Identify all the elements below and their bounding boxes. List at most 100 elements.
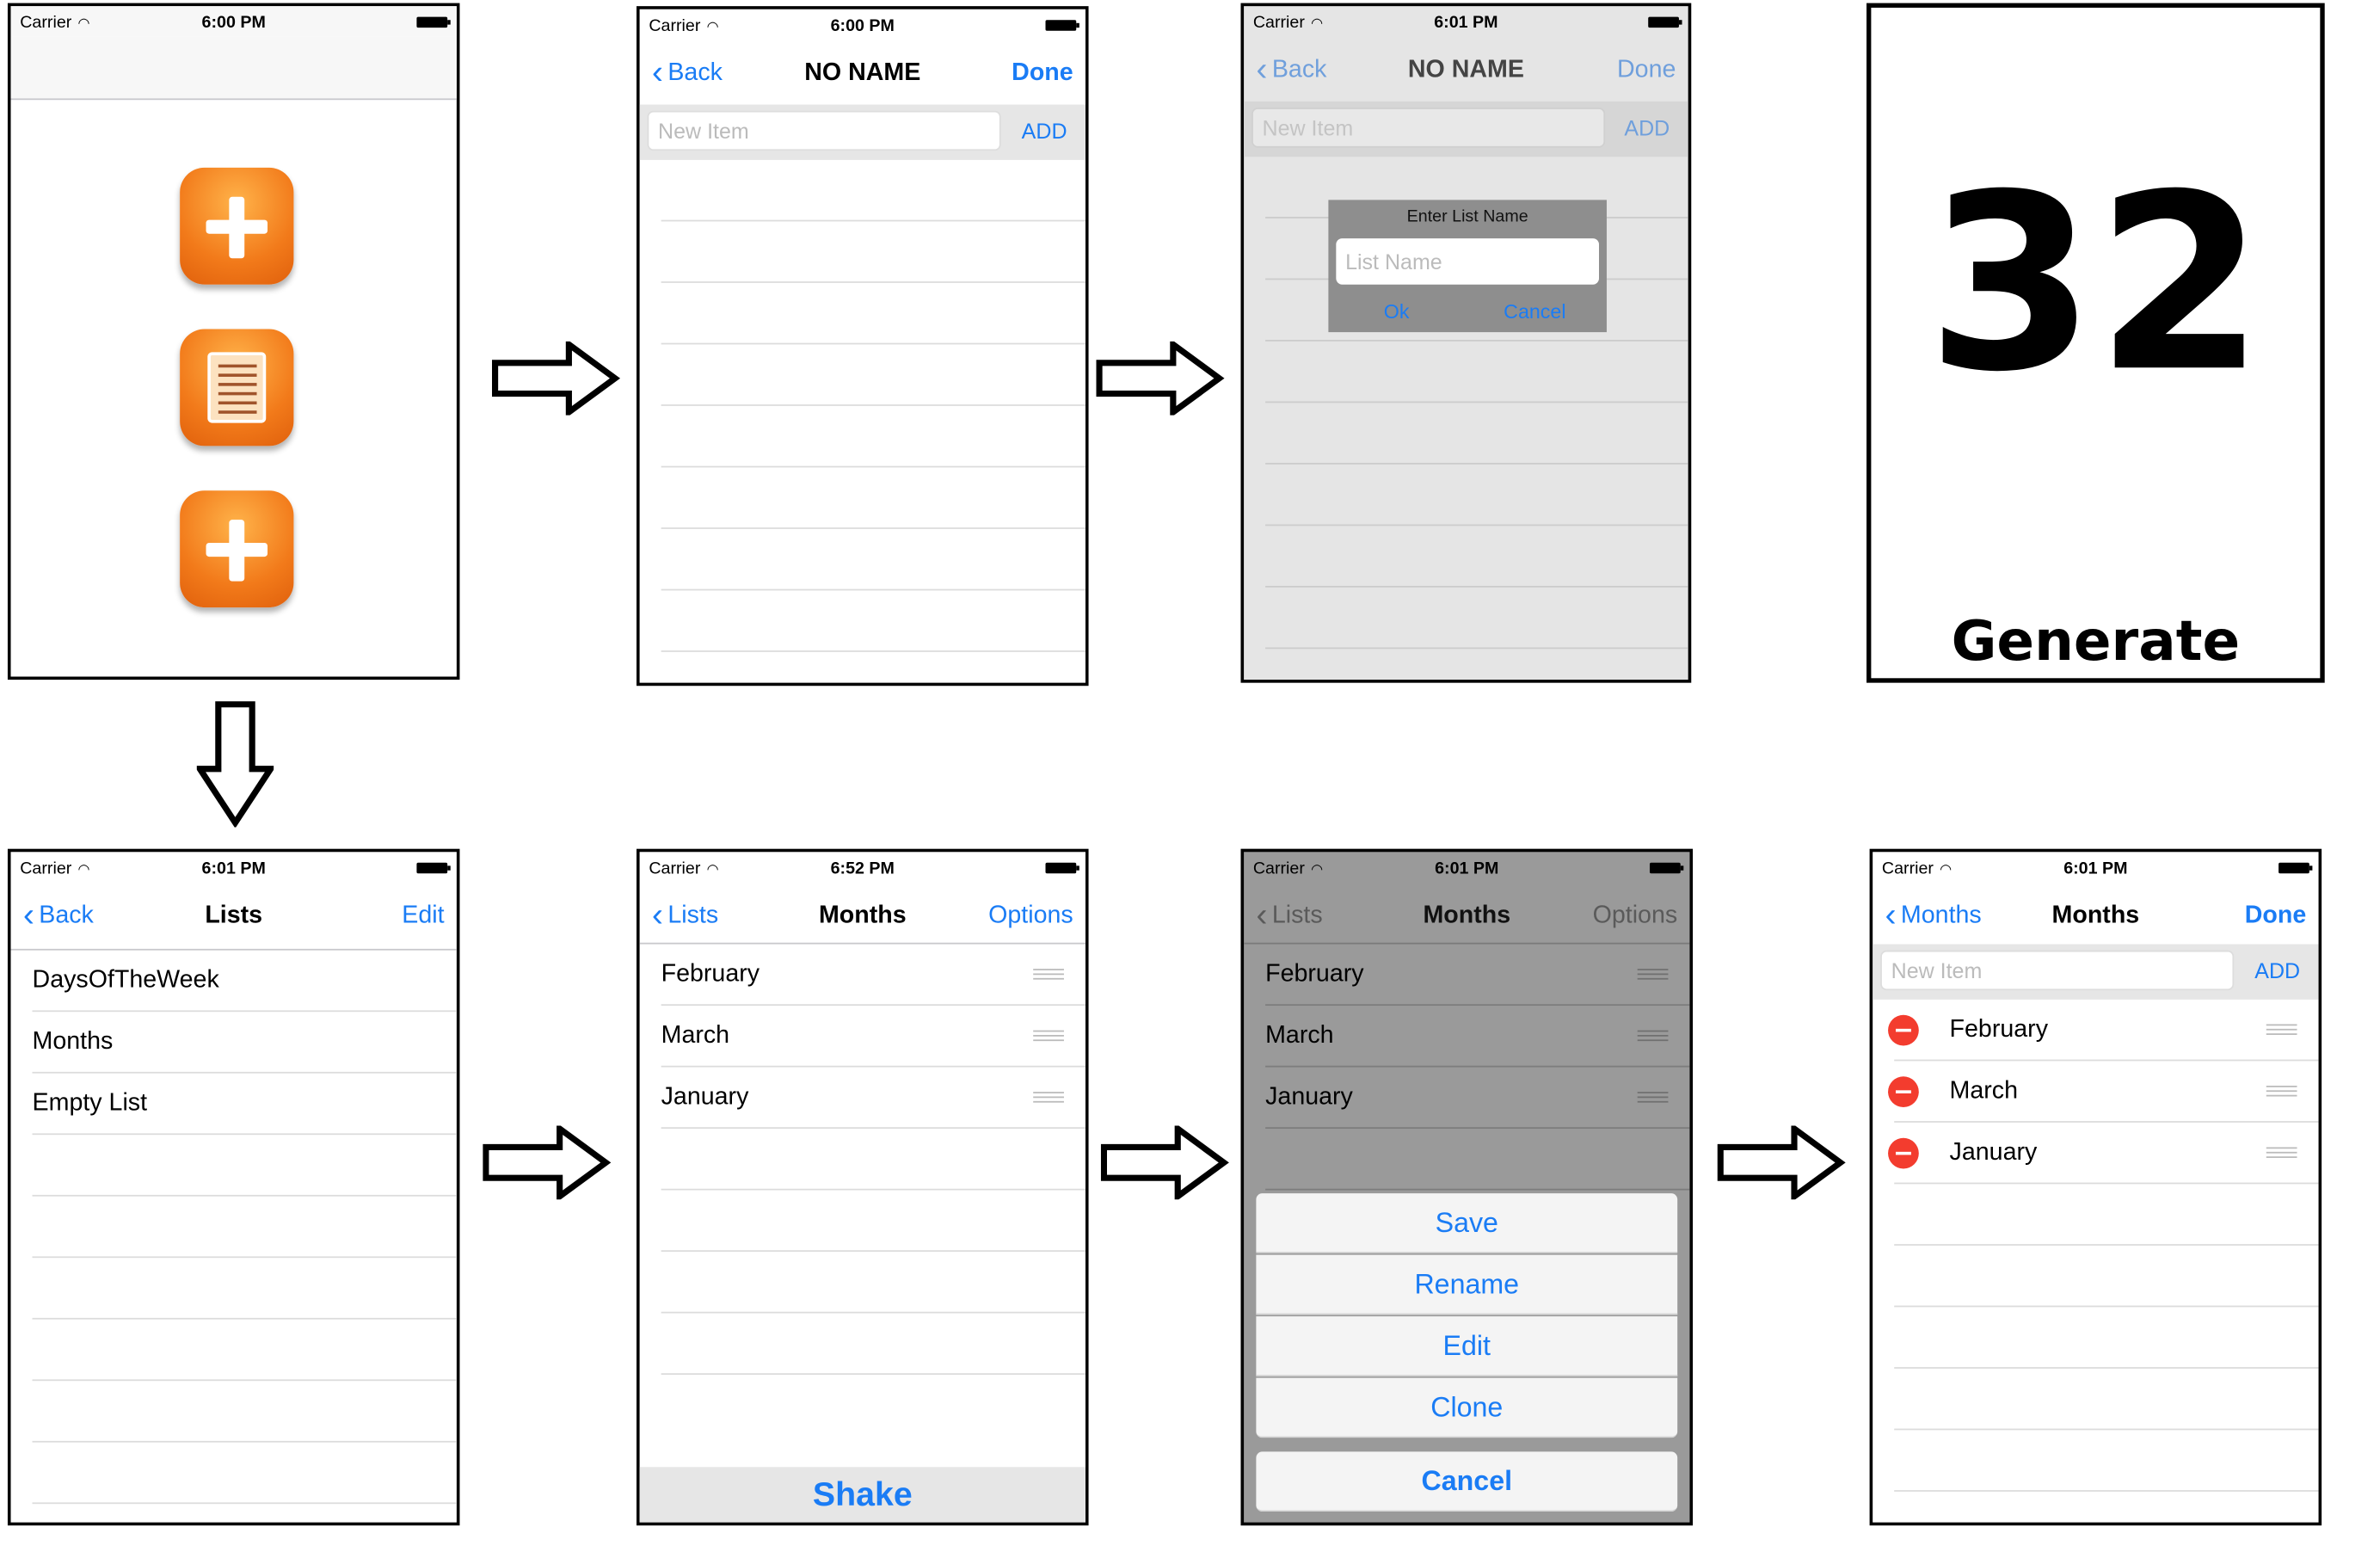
- new-item-input[interactable]: New Item: [647, 110, 1001, 151]
- add-list-icon[interactable]: [180, 167, 294, 285]
- done-button[interactable]: Done: [1617, 57, 1676, 84]
- done-button[interactable]: Done: [1012, 60, 1073, 88]
- battery-icon: [416, 862, 451, 874]
- arrow-down-icon: [196, 701, 274, 828]
- rename-button[interactable]: Rename: [1256, 1254, 1678, 1315]
- navbar: ‹ Back NO NAME Done: [1244, 37, 1688, 105]
- cancel-button[interactable]: Cancel: [1256, 1451, 1678, 1512]
- enter-name-alert: Enter List Name List Name Ok Cancel: [1328, 200, 1607, 333]
- new-item-input[interactable]: New Item: [1251, 108, 1606, 148]
- list-item[interactable]: January: [661, 1068, 1085, 1130]
- add-button[interactable]: ADD: [1022, 119, 1067, 144]
- status-time: 6:01 PM: [1434, 14, 1498, 33]
- arrow-right-icon: [1096, 341, 1225, 416]
- status-bar: Carrier ◠ 6:01 PM: [11, 852, 457, 883]
- new-item-input[interactable]: New Item: [1880, 950, 2235, 991]
- delete-icon[interactable]: [1888, 1137, 1919, 1169]
- reorder-icon[interactable]: [1033, 1092, 1064, 1105]
- home-screen: Carrier ◠ 6:00 PM: [7, 3, 460, 680]
- months-table: February March January: [661, 945, 1085, 1376]
- list-item[interactable]: February: [661, 945, 1085, 1007]
- plus-icon-v: [229, 196, 245, 259]
- arrow-right-icon: [492, 341, 621, 416]
- list-item[interactable]: Months: [32, 1012, 457, 1074]
- lists-table: DaysOfTheWeek Months Empty List: [32, 951, 457, 1505]
- list-item-label: March: [1949, 1078, 2019, 1105]
- generate-icon[interactable]: [180, 490, 294, 608]
- alert-title: Enter List Name: [1406, 207, 1528, 226]
- cancel-button[interactable]: Cancel: [1504, 300, 1565, 323]
- battery-icon: [1045, 862, 1079, 874]
- status-time: 6:01 PM: [201, 859, 266, 878]
- shake-bar[interactable]: Shake: [639, 1467, 1085, 1523]
- add-button[interactable]: ADD: [1624, 115, 1670, 140]
- list-item-label: DaysOfTheWeek: [32, 967, 219, 994]
- status-bar: Carrier ◠ 6:00 PM: [10, 6, 457, 37]
- reorder-icon[interactable]: [1637, 969, 1669, 982]
- delete-icon[interactable]: [1888, 1014, 1919, 1046]
- status-bar: Carrier ◠ 6:01 PM: [1244, 852, 1689, 883]
- list-item-label: March: [1265, 1022, 1334, 1050]
- arrow-right-icon: [1100, 1125, 1229, 1200]
- list-item[interactable]: February: [1265, 945, 1690, 1007]
- lists-icon[interactable]: [180, 329, 294, 446]
- edit-button[interactable]: Edit: [1256, 1316, 1678, 1376]
- list-item[interactable]: January: [1888, 1123, 2319, 1185]
- reorder-icon[interactable]: [2266, 1085, 2297, 1099]
- months-screen: Carrier ◠ 6:52 PM ‹ Lists Months Options F…: [637, 848, 1089, 1526]
- list-item[interactable]: Empty List: [32, 1074, 457, 1136]
- add-item-bar: New Item ADD: [1873, 944, 2319, 1000]
- options-button[interactable]: Options: [1593, 902, 1678, 930]
- arrow-right-icon: [1717, 1125, 1846, 1200]
- list-item-label: January: [1265, 1084, 1353, 1111]
- empty-rows: [661, 160, 1085, 652]
- edit-screen: Carrier ◠ 6:01 PM ‹ Months Months Done New…: [1869, 848, 2322, 1526]
- list-item[interactable]: March: [661, 1006, 1085, 1068]
- edit-button[interactable]: Edit: [402, 902, 444, 930]
- reorder-icon[interactable]: [2266, 1024, 2297, 1037]
- reorder-icon[interactable]: [1033, 969, 1064, 982]
- list-item[interactable]: January: [1265, 1068, 1690, 1130]
- clone-button[interactable]: Clone: [1256, 1377, 1678, 1438]
- battery-icon: [2279, 862, 2313, 874]
- list-item[interactable]: DaysOfTheWeek: [32, 951, 457, 1013]
- new-list-screen: Carrier ◠ 6:00 PM ‹ Back NO NAME Done New …: [637, 6, 1089, 687]
- reorder-icon[interactable]: [1637, 1092, 1669, 1105]
- nav-title: Lists: [205, 902, 263, 929]
- ok-button[interactable]: Ok: [1384, 300, 1410, 323]
- list-item-label: February: [1949, 1016, 2049, 1043]
- list-item-label: February: [1265, 961, 1364, 988]
- status-bar: Carrier ◠ 6:01 PM: [1244, 6, 1688, 37]
- battery-icon: [1648, 16, 1682, 28]
- navbar: ‹ Lists Months Options: [1244, 883, 1689, 951]
- count-number: 32: [1926, 143, 2265, 427]
- options-button[interactable]: Options: [988, 902, 1073, 930]
- list-item[interactable]: February: [1888, 1000, 2319, 1062]
- add-item-bar: New Item ADD: [639, 104, 1085, 160]
- add-item-bar: New Item ADD: [1244, 101, 1688, 157]
- status-time: 6:00 PM: [830, 16, 895, 36]
- save-button[interactable]: Save: [1256, 1193, 1678, 1253]
- status-bar: Carrier ◠ 6:00 PM: [640, 9, 1085, 40]
- reorder-icon[interactable]: [1637, 1030, 1669, 1043]
- done-button[interactable]: Done: [2245, 902, 2307, 930]
- battery-icon: [416, 16, 451, 28]
- status-time: 6:01 PM: [1435, 859, 1499, 878]
- reorder-icon[interactable]: [2266, 1147, 2297, 1160]
- list-item-label: January: [1949, 1139, 2038, 1166]
- status-bar: Carrier ◠ 6:01 PM: [1873, 852, 2318, 883]
- navbar-divider: [10, 98, 457, 101]
- list-name-input[interactable]: List Name: [1336, 238, 1599, 285]
- status-time: 6:00 PM: [201, 14, 266, 33]
- generate-label: Generate: [1951, 610, 2241, 674]
- add-button[interactable]: ADD: [2254, 958, 2300, 983]
- reorder-icon[interactable]: [1033, 1030, 1064, 1043]
- list-page-icon: [207, 352, 267, 423]
- delete-icon[interactable]: [1888, 1076, 1919, 1107]
- status-time: 6:52 PM: [830, 859, 895, 878]
- navbar: ‹ Months Months Done: [1873, 883, 2318, 951]
- list-item[interactable]: March: [1888, 1061, 2319, 1123]
- options-screen: Carrier ◠ 6:01 PM ‹ Lists Months Options F…: [1240, 848, 1694, 1526]
- shake-label: Shake: [812, 1475, 913, 1513]
- list-item[interactable]: March: [1265, 1006, 1690, 1068]
